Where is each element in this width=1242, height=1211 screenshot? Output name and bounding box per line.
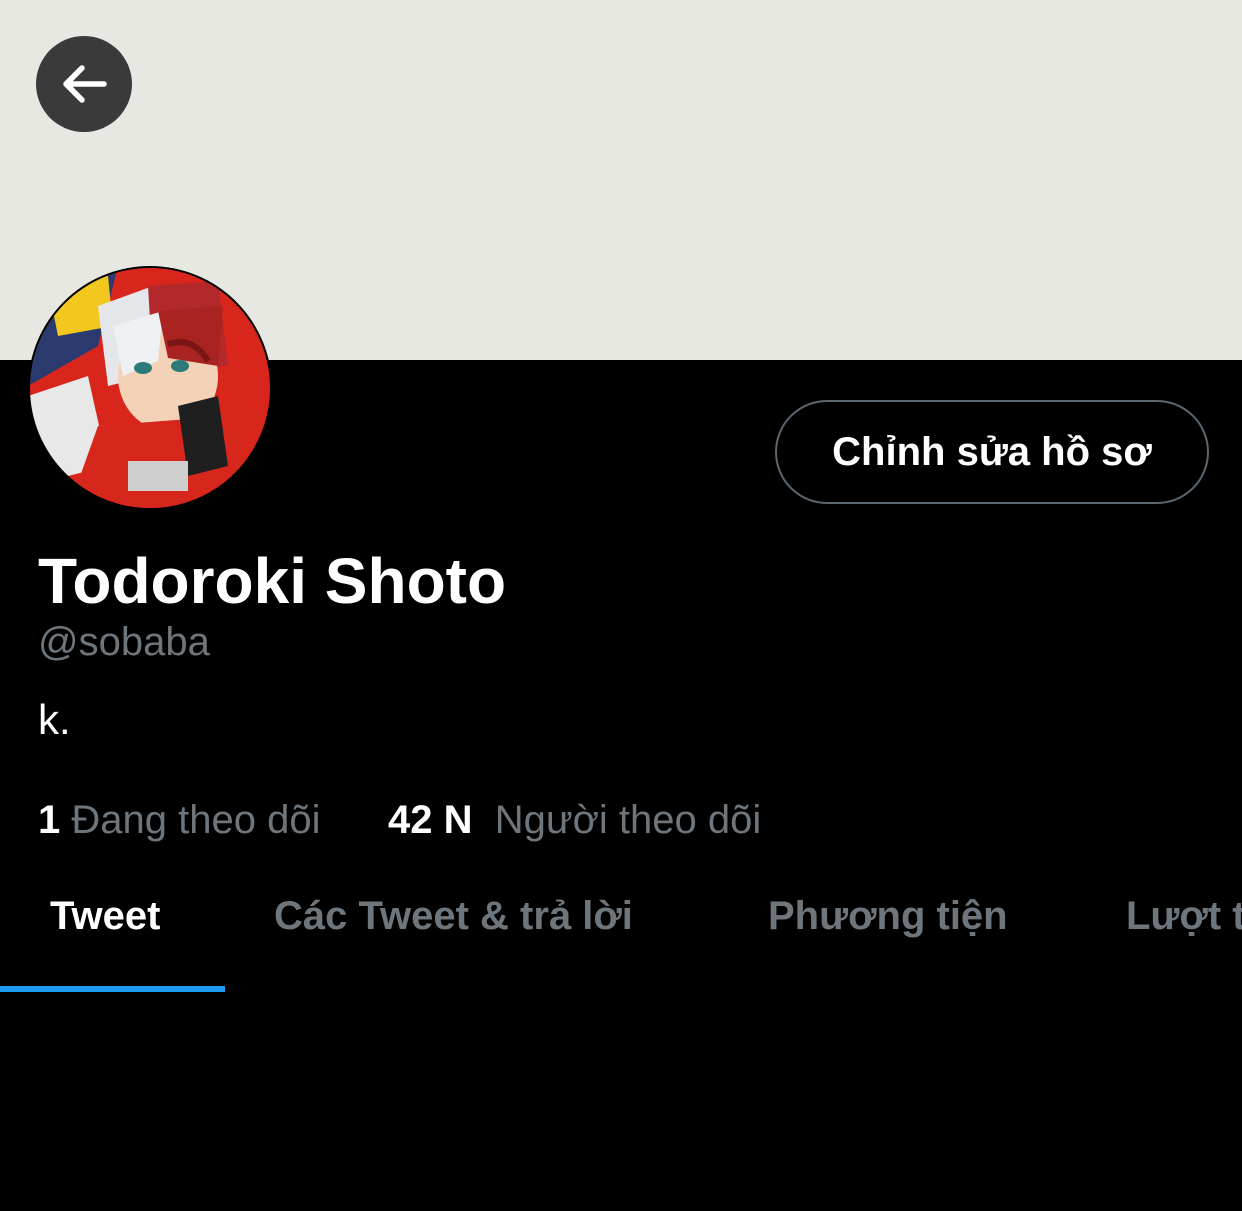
tab-tweets-and-replies[interactable]: Các Tweet & trả lời	[274, 894, 633, 939]
user-handle: @sobaba	[38, 620, 210, 664]
active-tab-indicator	[0, 986, 225, 992]
following-count: 1	[38, 798, 61, 842]
edit-profile-button[interactable]: Chỉnh sửa hồ sơ	[775, 400, 1209, 504]
profile-tabs: Tweet Các Tweet & trả lời Phương tiện Lư…	[0, 860, 1242, 994]
followers-label: Người theo dõi	[494, 798, 762, 842]
back-button[interactable]	[36, 36, 132, 132]
profile-bio: k.	[38, 696, 71, 743]
followers-count: 42 N	[388, 798, 473, 842]
following-link[interactable]: 1 Đang theo dõi	[38, 798, 320, 843]
following-label: Đang theo dõi	[71, 798, 321, 842]
tab-media[interactable]: Phương tiện	[768, 894, 1008, 939]
avatar[interactable]	[28, 266, 272, 510]
arrow-left-icon	[56, 56, 112, 112]
display-name: Todoroki Shoto	[38, 545, 507, 617]
profile-page: Chỉnh sửa hồ sơ Todoroki Shoto @sobaba k…	[0, 0, 1242, 1211]
tab-likes[interactable]: Lượt thích	[1126, 894, 1242, 939]
followers-link[interactable]: 42 N Người theo dõi	[388, 798, 761, 843]
tab-tweets[interactable]: Tweet	[50, 894, 160, 939]
